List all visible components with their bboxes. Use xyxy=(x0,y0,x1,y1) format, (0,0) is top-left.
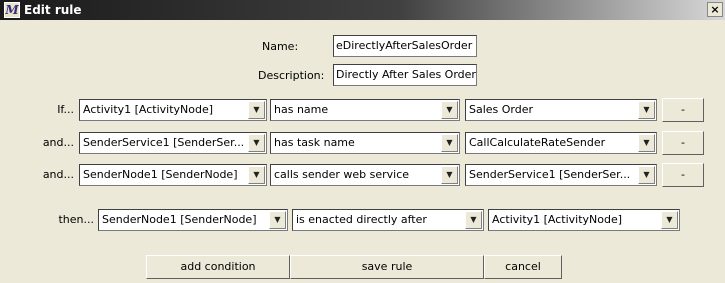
window-title: Edit rule xyxy=(24,3,82,17)
chevron-down-icon[interactable]: ▼ xyxy=(638,101,655,119)
chevron-down-icon[interactable]: ▼ xyxy=(248,166,265,184)
condition-predicate-value: has name xyxy=(274,103,329,116)
consequence-predicate-value: is enacted directly after xyxy=(296,213,427,226)
edit-rule-dialog: M Edit rule × Name: eDirectlyAfterSalesO… xyxy=(0,0,725,283)
chevron-down-icon[interactable]: ▼ xyxy=(248,101,265,119)
cancel-button[interactable]: cancel xyxy=(484,255,562,279)
condition-predicate-value: calls sender web service xyxy=(274,168,410,181)
condition-object-select[interactable]: SenderService1 [SenderSer... ▼ xyxy=(465,164,657,186)
remove-condition-button[interactable]: - xyxy=(662,163,704,187)
condition-subject-value: SenderService1 [SenderSer... xyxy=(83,136,245,149)
remove-condition-button[interactable]: - xyxy=(662,131,704,155)
remove-condition-button[interactable]: - xyxy=(662,98,704,122)
condition-object-value: SenderService1 [SenderSer... xyxy=(469,168,631,181)
condition-object-value: CallCalculateRateSender xyxy=(469,136,606,149)
condition-subject-select[interactable]: Activity1 [ActivityNode] ▼ xyxy=(79,99,267,121)
condition-object-value: Sales Order xyxy=(469,103,534,116)
consequence-prefix: then... xyxy=(58,213,94,226)
consequence-predicate-select[interactable]: is enacted directly after ▼ xyxy=(292,209,484,231)
consequence-object-select[interactable]: Activity1 [ActivityNode] ▼ xyxy=(488,209,680,231)
chevron-down-icon[interactable]: ▼ xyxy=(638,134,655,152)
condition-subject-value: Activity1 [ActivityNode] xyxy=(83,103,214,116)
condition-prefix: If... xyxy=(57,103,74,116)
consequence-subject-select[interactable]: SenderNode1 [SenderNode] ▼ xyxy=(98,209,288,231)
condition-subject-value: SenderNode1 [SenderNode] xyxy=(83,168,238,181)
condition-predicate-select[interactable]: has task name ▼ xyxy=(270,132,460,154)
close-button[interactable]: × xyxy=(707,2,723,17)
chevron-down-icon[interactable]: ▼ xyxy=(465,211,482,229)
condition-prefix: and... xyxy=(42,136,74,149)
condition-subject-select[interactable]: SenderNode1 [SenderNode] ▼ xyxy=(79,164,267,186)
consequence-subject-value: SenderNode1 [SenderNode] xyxy=(102,213,257,226)
name-field[interactable]: eDirectlyAfterSalesOrder xyxy=(333,35,477,57)
condition-predicate-value: has task name xyxy=(274,136,355,149)
app-logo-icon: M xyxy=(4,2,20,18)
condition-object-select[interactable]: CallCalculateRateSender ▼ xyxy=(465,132,657,154)
chevron-down-icon[interactable]: ▼ xyxy=(441,166,458,184)
chevron-down-icon[interactable]: ▼ xyxy=(441,101,458,119)
condition-prefix: and... xyxy=(42,168,74,181)
add-condition-button[interactable]: add condition xyxy=(146,255,290,279)
chevron-down-icon[interactable]: ▼ xyxy=(248,134,265,152)
condition-subject-select[interactable]: SenderService1 [SenderSer... ▼ xyxy=(79,132,267,154)
chevron-down-icon[interactable]: ▼ xyxy=(638,166,655,184)
condition-predicate-select[interactable]: calls sender web service ▼ xyxy=(270,164,460,186)
condition-object-select[interactable]: Sales Order ▼ xyxy=(465,99,657,121)
description-field[interactable]: Directly After Sales Order xyxy=(333,64,477,86)
chevron-down-icon[interactable]: ▼ xyxy=(661,211,678,229)
description-label: Description: xyxy=(258,69,325,82)
title-bar[interactable]: M Edit rule × xyxy=(0,0,725,20)
consequence-object-value: Activity1 [ActivityNode] xyxy=(492,213,623,226)
chevron-down-icon[interactable]: ▼ xyxy=(441,134,458,152)
save-rule-button[interactable]: save rule xyxy=(290,255,484,279)
chevron-down-icon[interactable]: ▼ xyxy=(269,211,286,229)
condition-predicate-select[interactable]: has name ▼ xyxy=(270,99,460,121)
name-label: Name: xyxy=(262,40,299,53)
